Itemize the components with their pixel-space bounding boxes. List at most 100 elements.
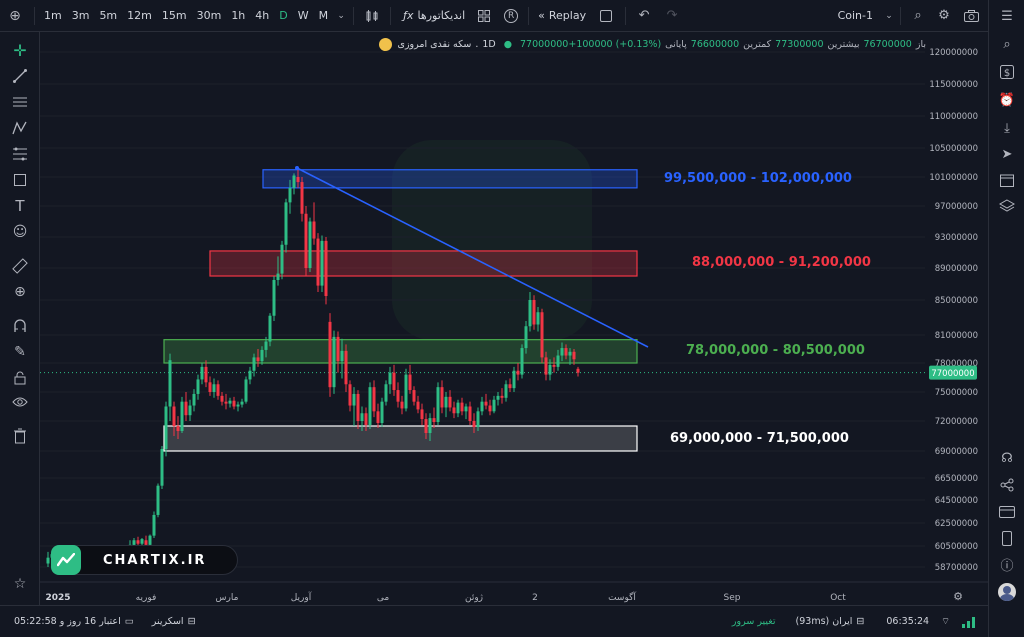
candle-body — [248, 370, 252, 380]
candle-body — [564, 348, 568, 356]
candle-body — [276, 273, 280, 280]
candles-icon[interactable] — [358, 0, 386, 32]
alert-r-icon[interactable]: R — [498, 0, 524, 32]
timeframe-W[interactable]: W — [293, 0, 314, 32]
camera-icon[interactable] — [957, 0, 985, 32]
alarm-add-icon[interactable]: ⏰ — [995, 88, 1019, 112]
screener-button[interactable]: اسکرینر ⊟ — [146, 616, 202, 627]
top-toolbar: ⊕ 1m 3m 5m 12m 15m 30m 1h 4h D W M ⌄ ƒx اندیکاتورها… — [0, 0, 1024, 32]
info-icon[interactable]: ⓘ — [995, 552, 1019, 576]
quick-search-icon[interactable]: ⌕ — [905, 0, 931, 32]
add-symbol-icon[interactable]: ⊕ — [0, 0, 30, 32]
candle-body — [560, 348, 564, 356]
chevron-down-icon[interactable]: ⌄ — [333, 0, 349, 32]
replay-button[interactable]: «Replay — [533, 0, 591, 32]
layers-icon[interactable] — [995, 194, 1019, 218]
phone-icon[interactable] — [995, 526, 1019, 550]
magnet-icon[interactable] — [8, 314, 32, 338]
headset-icon[interactable]: ☊ — [995, 446, 1019, 470]
candle-body — [316, 238, 320, 286]
timeframe-3m[interactable]: 3m — [67, 0, 95, 32]
trend-line-icon[interactable] — [8, 64, 32, 88]
zone-box — [209, 250, 638, 277]
bottom-bar: اعتبار 16 روز و 05:22:58 ▭ اسکرینر ⊟ تغی… — [0, 605, 988, 637]
symbol-legend: باز 76700000 بیشترین 77300000 کمترین 766… — [46, 36, 926, 52]
candle-body — [224, 401, 228, 404]
square-icon[interactable] — [591, 0, 621, 32]
download-icon[interactable]: ⤓ — [995, 116, 1019, 140]
search-icon[interactable]: ⌕ — [995, 32, 1019, 56]
chart-area[interactable]: 120000000 115000000 110000000 105000000 1010… — [40, 32, 988, 605]
timeframe-30m[interactable]: 30m — [192, 0, 227, 32]
dollar-icon[interactable]: $ — [995, 60, 1019, 84]
layout-name[interactable]: Coin-1 — [833, 0, 878, 32]
timeframe-15m[interactable]: 15m — [157, 0, 192, 32]
brand-badge: CHARTIX.IR — [51, 545, 238, 575]
candle-body — [148, 535, 152, 545]
fib-icon[interactable] — [8, 142, 32, 166]
candle-body — [508, 384, 512, 389]
calendar-icon[interactable] — [995, 168, 1019, 192]
candle-body — [468, 406, 472, 421]
candle-body — [432, 418, 436, 422]
timeframe-4h[interactable]: 4h — [250, 0, 274, 32]
candle-body — [424, 419, 428, 433]
candle-body — [540, 312, 544, 358]
candle-body — [136, 540, 140, 544]
candle-body — [240, 401, 244, 405]
timeframe-1h[interactable]: 1h — [226, 0, 250, 32]
zoom-in-icon[interactable]: ⊕ — [8, 280, 32, 304]
rectangle-icon[interactable] — [8, 168, 32, 192]
zone-label: 99,500,000 - 102,000,000 — [664, 170, 852, 186]
text-icon[interactable]: T — [8, 194, 32, 218]
wallet-icon: ▭ — [124, 616, 134, 627]
candle-body — [464, 406, 468, 412]
brand-name: CHARTIX.IR — [103, 552, 207, 568]
menu-icon[interactable]: ☰ — [995, 4, 1019, 28]
trash-icon[interactable] — [8, 424, 32, 448]
star-icon[interactable]: ☆ — [8, 572, 32, 596]
ruler-icon[interactable] — [8, 254, 32, 278]
redo-icon[interactable]: ↷ — [658, 0, 686, 32]
timeframe-M[interactable]: M — [314, 0, 334, 32]
symbol-name[interactable]: سکه نقدی امروزی — [398, 39, 472, 50]
avatar[interactable] — [995, 580, 1019, 604]
share-icon[interactable] — [995, 473, 1019, 497]
change-server-button[interactable]: تغییر سرور — [726, 616, 782, 627]
eye-icon[interactable] — [8, 390, 32, 414]
interval-label[interactable]: 1D — [482, 39, 495, 50]
templates-icon[interactable] — [470, 0, 498, 32]
timeframe-1m[interactable]: 1m — [39, 0, 67, 32]
timeframe-5m[interactable]: 5m — [94, 0, 122, 32]
send-icon[interactable]: ➤ — [995, 142, 1019, 166]
crosshair-icon[interactable]: ✛ — [8, 38, 32, 62]
price-tick: 69000000 — [935, 447, 978, 457]
zone-box — [163, 425, 638, 452]
candle-body — [280, 244, 284, 274]
sticker-icon[interactable]: ☺ — [8, 220, 32, 244]
price-chart[interactable]: 120000000 115000000 110000000 105000000 1010… — [40, 32, 988, 605]
indicators-button[interactable]: ƒx اندیکاتورها — [395, 0, 470, 32]
open-label: باز — [915, 38, 926, 50]
candle-body — [208, 382, 212, 392]
candle-body — [252, 357, 256, 371]
candle-body — [428, 418, 432, 433]
status-dot-icon: ● — [503, 38, 512, 50]
chevron-down-icon[interactable]: ⌄ — [882, 0, 896, 32]
lock-icon[interactable] — [8, 366, 32, 390]
card-icon[interactable] — [995, 500, 1019, 524]
gear-icon[interactable]: ⚙ — [931, 0, 957, 32]
time-tick: فوریه — [136, 593, 157, 603]
pencil-lock-icon[interactable]: ✎ — [8, 340, 32, 364]
credit-status[interactable]: اعتبار 16 روز و 05:22:58 ▭ — [8, 616, 140, 627]
pattern-icon[interactable] — [8, 116, 32, 140]
timeframe-12m[interactable]: 12m — [122, 0, 157, 32]
undo-icon[interactable]: ↶ — [630, 0, 658, 32]
time-tick: 2 — [532, 593, 538, 603]
candle-body — [520, 348, 524, 375]
candle-body — [512, 370, 516, 389]
server-label: ایران (93ms) — [795, 616, 853, 627]
horizontal-lines-icon[interactable] — [8, 90, 32, 114]
timeframe-D[interactable]: D — [274, 0, 292, 32]
time-tick: Sep — [724, 593, 741, 603]
